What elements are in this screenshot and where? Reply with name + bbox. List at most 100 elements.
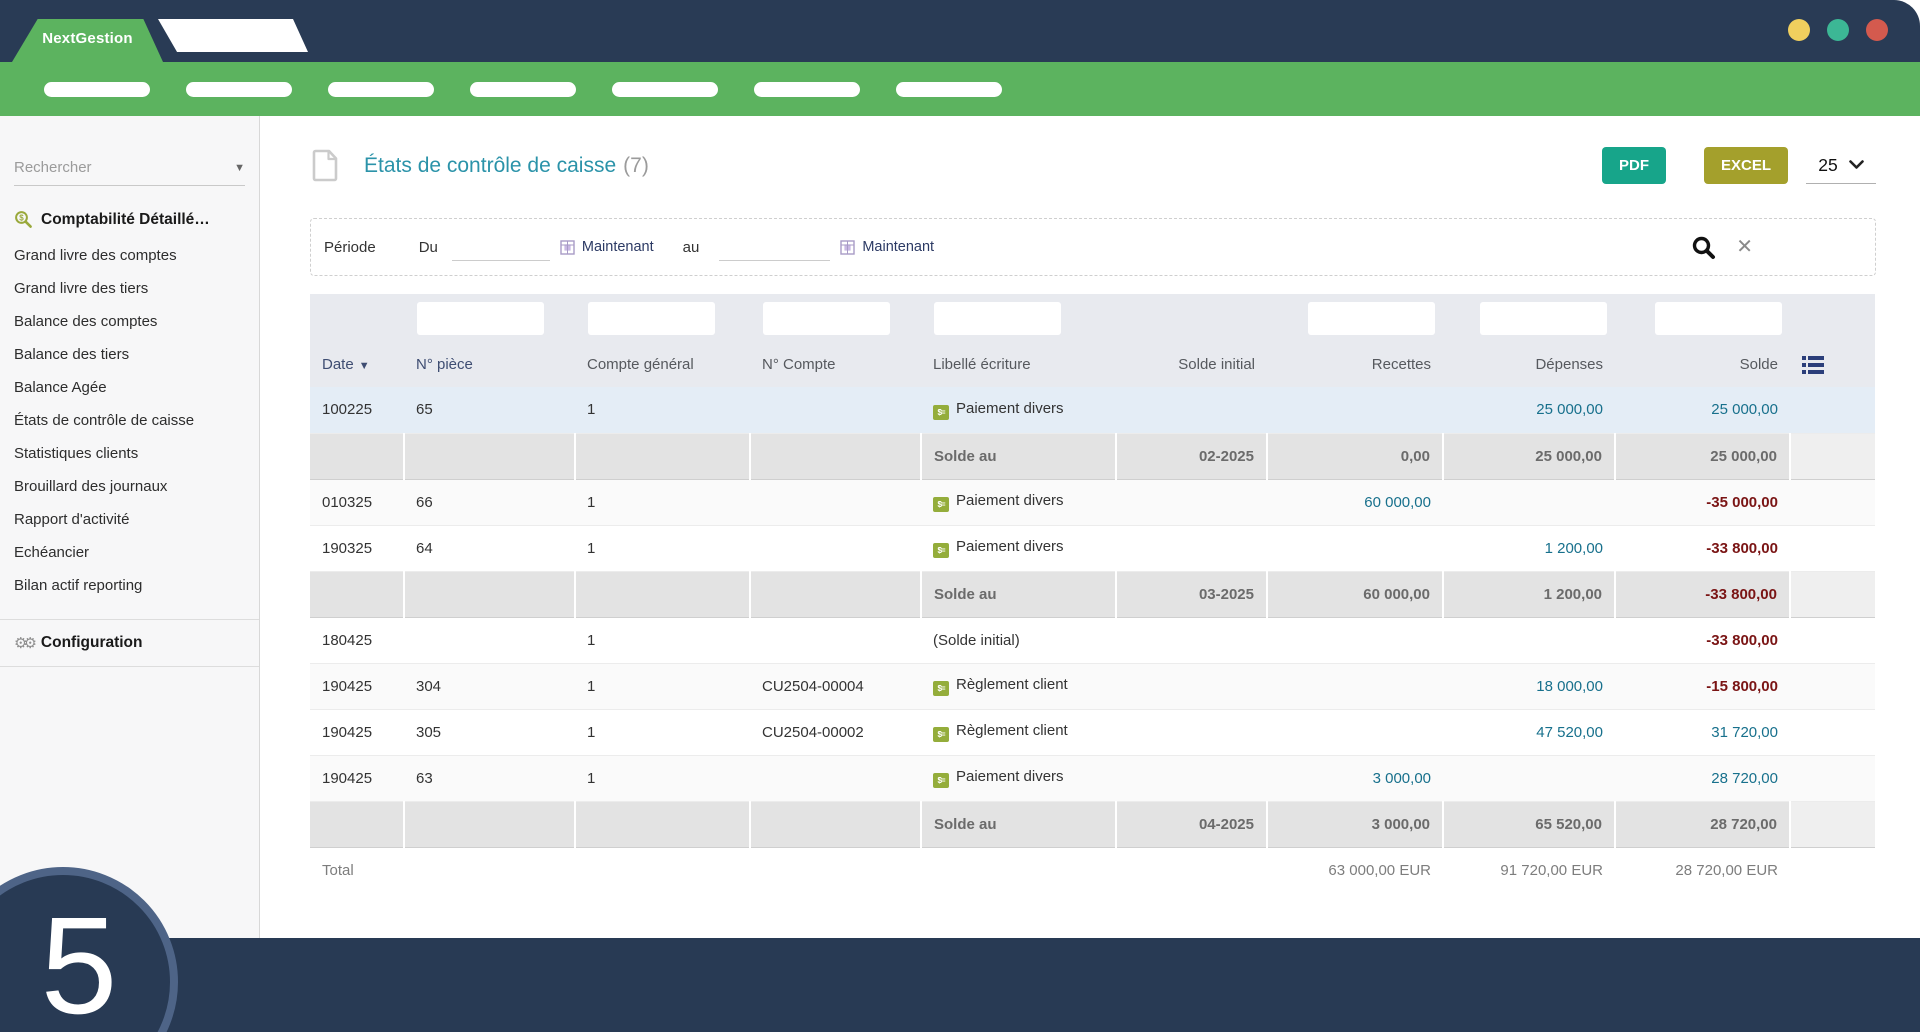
- cell-compte_general: 1: [575, 525, 750, 571]
- cell-piece: [404, 617, 575, 663]
- totals-table: Total63 000,00 EUR91 720,00 EUR28 720,00…: [310, 848, 1875, 894]
- cell-depenses: [1443, 479, 1615, 525]
- table-row[interactable]: 010325661$=Paiement divers60 000,00-35 0…: [310, 479, 1875, 525]
- sidebar-item[interactable]: Balance des tiers: [14, 338, 245, 371]
- page-size-value: 25: [1818, 155, 1837, 176]
- table-row[interactable]: 190425631$=Paiement divers3 000,0028 720…: [310, 755, 1875, 801]
- sidebar-item-configuration[interactable]: ⚙⚙ Configuration: [14, 634, 245, 652]
- sidebar-item[interactable]: Statistiques clients: [14, 437, 245, 470]
- page-size-select[interactable]: 25: [1806, 148, 1876, 184]
- cell-recettes: 0,00: [1267, 433, 1443, 479]
- cell-date: 190325: [310, 525, 404, 571]
- cell-solde_initial: [1116, 525, 1267, 571]
- total-cell-compte_general: [575, 848, 750, 894]
- column-filter-input-n_compte[interactable]: [763, 302, 890, 335]
- money-icon: $=: [933, 543, 949, 558]
- total-cell-solde: 28 720,00 EUR: [1615, 848, 1790, 894]
- cell-actions: [1790, 433, 1875, 479]
- gears-icon: ⚙⚙: [14, 634, 33, 652]
- sidebar-item[interactable]: Brouillard des journaux: [14, 470, 245, 503]
- filter-cell-compte_general: [575, 294, 750, 345]
- table-row[interactable]: 1904253051CU2504-00002$=Règlement client…: [310, 709, 1875, 755]
- minimize-dot[interactable]: [1788, 19, 1810, 41]
- search-icon[interactable]: [1691, 235, 1717, 261]
- excel-export-button[interactable]: EXCEL: [1704, 147, 1788, 184]
- table-row[interactable]: 1804251(Solde initial)-33 800,00: [310, 617, 1875, 663]
- cell-piece: 65: [404, 387, 575, 433]
- sidebar-item[interactable]: Echéancier: [14, 536, 245, 569]
- column-header-depenses: Dépenses: [1443, 345, 1615, 387]
- nav-pill-6[interactable]: [754, 82, 860, 97]
- sidebar-item[interactable]: Grand livre des comptes: [14, 239, 245, 272]
- column-filter-input-recettes[interactable]: [1308, 302, 1435, 335]
- app-logo-tab[interactable]: NextGestion: [12, 19, 163, 62]
- filter-cell-recettes: [1267, 294, 1443, 345]
- column-filter-input-solde[interactable]: [1655, 302, 1782, 335]
- sidebar-section-comptabilite[interactable]: $ Comptabilité Détaillé…: [14, 210, 245, 229]
- table-row[interactable]: 100225651$=Paiement divers25 000,0025 00…: [310, 387, 1875, 433]
- cell-depenses: 25 000,00: [1443, 433, 1615, 479]
- cell-recettes: 3 000,00: [1267, 755, 1443, 801]
- sidebar-search-select[interactable]: Rechercher ▼: [14, 150, 245, 186]
- clear-filter-icon[interactable]: ✕: [1736, 235, 1753, 259]
- column-filter-input-piece[interactable]: [417, 302, 544, 335]
- sidebar-item[interactable]: Bilan actif reporting: [14, 569, 245, 602]
- sidebar-item[interactable]: États de contrôle de caisse: [14, 404, 245, 437]
- cell-solde_initial: [1116, 663, 1267, 709]
- column-filter-input-libelle[interactable]: [934, 302, 1061, 335]
- table-header-row: Date▼N° pièceCompte généralN° CompteLibe…: [310, 345, 1875, 387]
- sidebar-divider: [0, 666, 259, 667]
- nav-pill-7[interactable]: [896, 82, 1002, 97]
- cell-compte_general: [575, 801, 750, 847]
- cell-piece: [404, 801, 575, 847]
- sidebar-item[interactable]: Balance Agée: [14, 371, 245, 404]
- table-row[interactable]: 190325641$=Paiement divers1 200,00-33 80…: [310, 525, 1875, 571]
- column-filter-input-depenses[interactable]: [1480, 302, 1607, 335]
- cell-recettes: 3 000,00: [1267, 801, 1443, 847]
- to-now-link[interactable]: Maintenant: [862, 239, 934, 255]
- nav-pill-5[interactable]: [612, 82, 718, 97]
- nav-pill-1[interactable]: [44, 82, 150, 97]
- cell-solde: -15 800,00: [1615, 663, 1790, 709]
- nav-pill-4[interactable]: [470, 82, 576, 97]
- date-from-input[interactable]: [452, 235, 550, 261]
- cell-solde_initial: 02-2025: [1116, 433, 1267, 479]
- sidebar-item[interactable]: Rapport d'activité: [14, 503, 245, 536]
- column-header-date[interactable]: Date▼: [310, 345, 404, 387]
- sidebar-divider: [0, 619, 259, 620]
- total-cell-actions: [1790, 848, 1875, 894]
- nav-pill-3[interactable]: [328, 82, 434, 97]
- column-filter-input-compte_general[interactable]: [588, 302, 715, 335]
- filter-cell-n_compte: [750, 294, 921, 345]
- cell-piece: 304: [404, 663, 575, 709]
- sidebar-item[interactable]: Balance des comptes: [14, 305, 245, 338]
- sidebar-menu: Grand livre des comptesGrand livre des t…: [14, 239, 245, 602]
- cell-actions: [1790, 755, 1875, 801]
- cell-solde: 25 000,00: [1615, 387, 1790, 433]
- cell-depenses: 1 200,00: [1443, 525, 1615, 571]
- nav-pill-2[interactable]: [186, 82, 292, 97]
- sidebar-item[interactable]: Grand livre des tiers: [14, 272, 245, 305]
- maximize-dot[interactable]: [1827, 19, 1849, 41]
- table-row[interactable]: 1904253041CU2504-00004$=Règlement client…: [310, 663, 1875, 709]
- cell-libelle: Solde au: [921, 433, 1116, 479]
- subtotal-row: Solde au04-20253 000,0065 520,0028 720,0…: [310, 801, 1875, 847]
- redacted-tab[interactable]: [158, 19, 308, 52]
- from-now-link[interactable]: Maintenant: [582, 239, 654, 255]
- total-cell-solde_initial: [1116, 848, 1267, 894]
- pdf-export-button[interactable]: PDF: [1602, 147, 1666, 184]
- period-label: Période: [324, 239, 376, 256]
- from-label: Du: [419, 239, 438, 256]
- list-icon[interactable]: [1802, 355, 1824, 374]
- cell-solde: -35 000,00: [1615, 479, 1790, 525]
- total-cell-recettes: 63 000,00 EUR: [1267, 848, 1443, 894]
- column-header-recettes: Recettes: [1267, 345, 1443, 387]
- money-icon: $=: [933, 727, 949, 742]
- money-icon: $=: [933, 773, 949, 788]
- cell-depenses: [1443, 617, 1615, 663]
- close-dot[interactable]: [1866, 19, 1888, 41]
- calendar-icon[interactable]: [560, 240, 575, 255]
- calendar-icon[interactable]: [840, 240, 855, 255]
- date-to-input[interactable]: [719, 235, 830, 261]
- cell-compte_general: 1: [575, 479, 750, 525]
